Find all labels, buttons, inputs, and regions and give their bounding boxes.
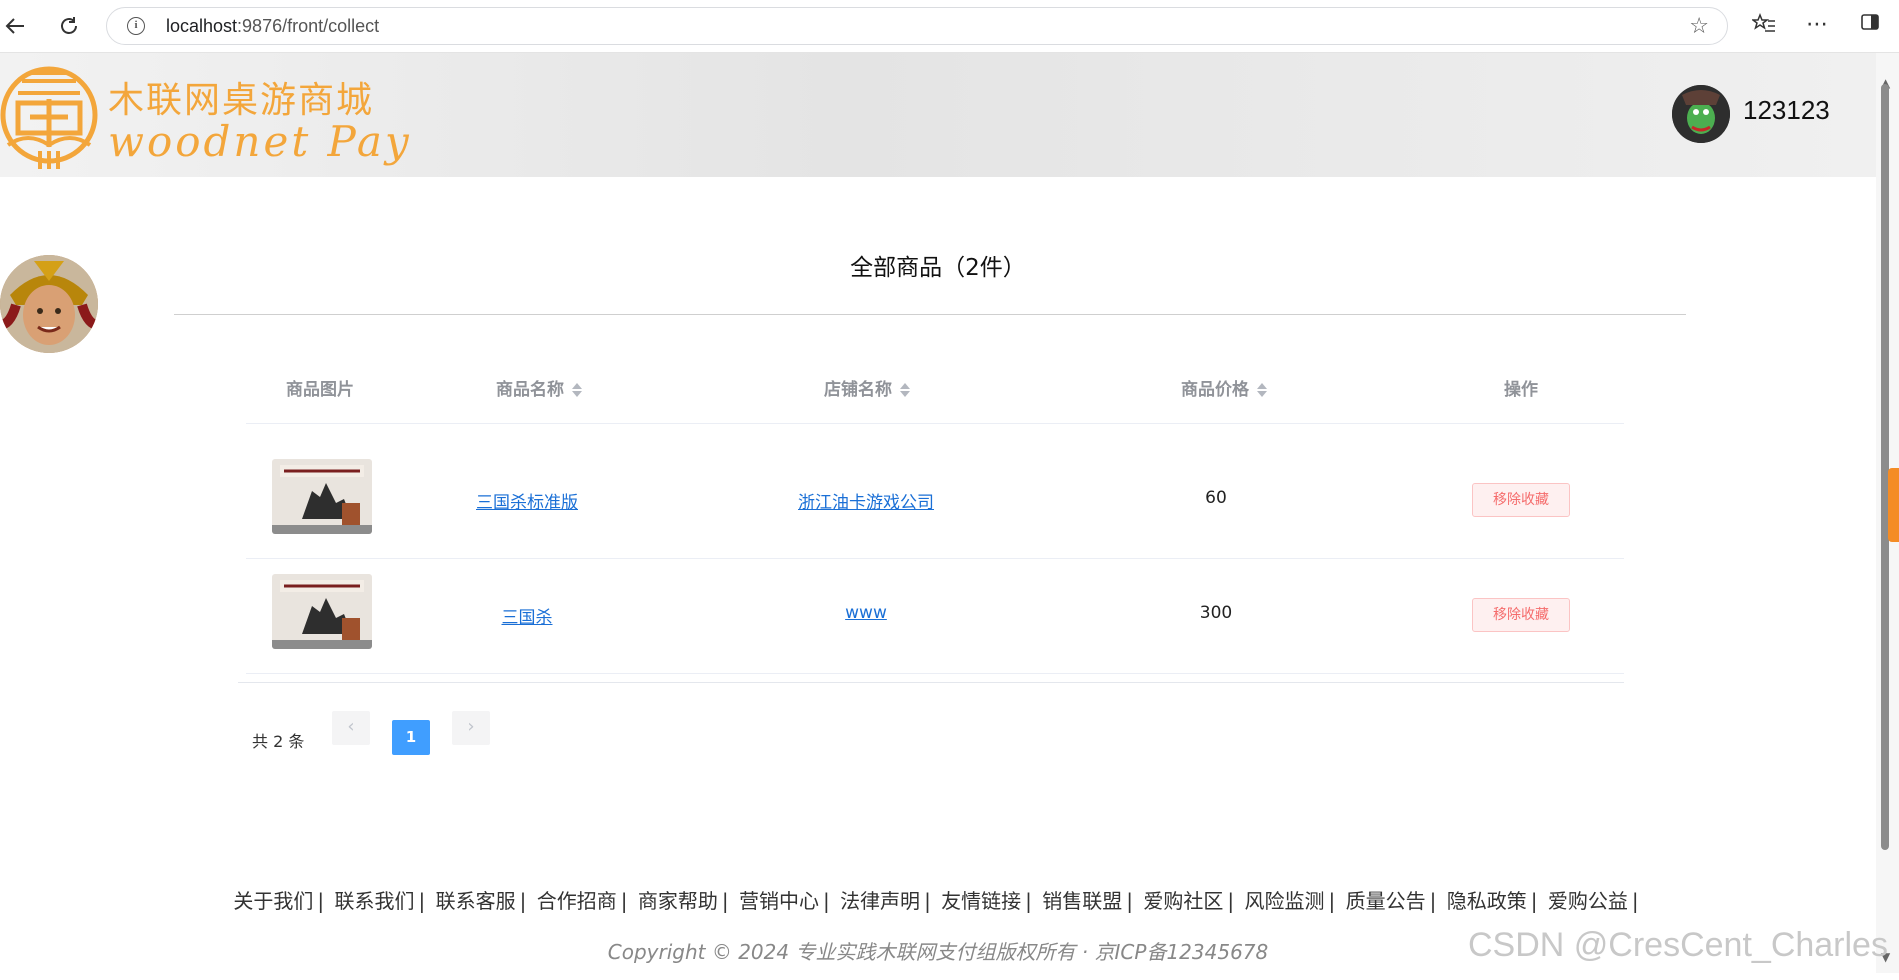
footer-link[interactable]: 联系我们	[335, 889, 415, 913]
footer-link[interactable]: 风险监测	[1245, 889, 1325, 913]
table-bottom-divider	[238, 682, 1624, 683]
footer-link[interactable]: 商家帮助	[638, 889, 718, 913]
column-header-name-label: 商品名称	[496, 380, 564, 400]
column-header-action-label: 操作	[1504, 380, 1538, 400]
footer-link[interactable]: 爱购社区	[1143, 889, 1223, 913]
pagination-prev-button[interactable]: ‹	[332, 711, 370, 745]
column-header-name[interactable]: 商品名称	[496, 375, 582, 400]
scrollbar-thumb[interactable]	[1881, 84, 1889, 850]
favorites-list-icon[interactable]	[1750, 12, 1776, 42]
footer-link[interactable]: 隐私政策	[1447, 889, 1527, 913]
url-path: :9876/front/collect	[237, 16, 380, 36]
back-arrow-icon[interactable]	[0, 11, 30, 41]
footer-link[interactable]: 销售联盟	[1042, 889, 1122, 913]
username[interactable]: 123123	[1743, 95, 1830, 126]
column-header-shop[interactable]: 店铺名称	[824, 375, 910, 400]
column-header-action: 操作	[1504, 375, 1538, 400]
footer-link[interactable]: 友情链接	[941, 889, 1021, 913]
product-name-link[interactable]: 三国杀标准版	[476, 493, 578, 513]
footer-links: 关于我们 | 联系我们 | 联系客服 | 合作招商 | 商家帮助 | 营销中心 | 法律声明…	[233, 889, 1639, 913]
column-header-price[interactable]: 商品价格	[1181, 375, 1267, 400]
footer-link[interactable]: 合作招商	[537, 889, 617, 913]
footer-link[interactable]: 关于我们	[233, 889, 313, 913]
remove-favorite-button[interactable]: 移除收藏	[1472, 598, 1570, 632]
remove-favorite-button[interactable]: 移除收藏	[1472, 483, 1570, 517]
site-header: 木联网桌游商城 woodnet Pay 123123	[0, 53, 1876, 177]
address-bar[interactable]: i localhost:9876/front/collect ☆	[106, 7, 1728, 45]
url-text[interactable]: localhost:9876/front/collect	[166, 16, 379, 37]
pagination-next-button[interactable]: ›	[452, 711, 490, 745]
row-divider	[246, 673, 1624, 674]
footer-link[interactable]: 营销中心	[739, 889, 819, 913]
shop-name-link[interactable]: 浙江油卡游戏公司	[798, 493, 934, 513]
url-host: localhost	[166, 16, 238, 36]
row-divider	[246, 558, 1624, 559]
footer-link[interactable]: 质量公告	[1346, 889, 1426, 913]
column-header-image: 商品图片	[286, 375, 354, 400]
shop-name-link[interactable]: www	[845, 603, 887, 623]
product-thumbnail[interactable]	[272, 574, 372, 649]
sort-caret-icon[interactable]	[900, 382, 910, 398]
user-avatar[interactable]	[1672, 85, 1730, 143]
page-title: 全部商品（2件）	[850, 255, 1026, 281]
column-header-image-label: 商品图片	[286, 380, 354, 400]
logo-seal[interactable]	[0, 59, 98, 171]
header-divider	[246, 423, 1624, 424]
column-header-shop-label: 店铺名称	[824, 380, 892, 400]
product-name-link[interactable]: 三国杀	[502, 608, 553, 628]
watermark: CSDN @CresCent_Charles	[1468, 926, 1888, 964]
site-info-icon[interactable]: i	[127, 17, 145, 35]
sort-caret-icon[interactable]	[1257, 382, 1267, 398]
product-thumbnail[interactable]	[272, 459, 372, 534]
footer-link[interactable]: 联系客服	[436, 889, 516, 913]
scroll-marker	[1888, 468, 1899, 542]
sidebar-toggle-icon[interactable]	[1860, 12, 1880, 38]
favorite-star-icon[interactable]: ☆	[1689, 14, 1709, 39]
sort-caret-icon[interactable]	[572, 382, 582, 398]
product-price: 60	[1205, 488, 1227, 508]
pagination-total: 共 2 条	[252, 732, 305, 751]
footer-link[interactable]: 爱购公益	[1548, 889, 1628, 913]
product-price: 300	[1199, 603, 1233, 623]
column-header-price-label: 商品价格	[1181, 380, 1249, 400]
brand-name-cn: 木联网桌游商城	[108, 80, 375, 121]
brand-name-en: woodnet Pay	[108, 117, 412, 166]
footer-link[interactable]: 法律声明	[840, 889, 920, 913]
more-menu-icon[interactable]: ⋯	[1806, 12, 1828, 37]
title-divider	[174, 314, 1686, 315]
pagination-page-current[interactable]: 1	[392, 720, 430, 755]
reload-icon[interactable]	[54, 11, 84, 41]
browser-toolbar: i localhost:9876/front/collect ☆ ⋯	[0, 0, 1899, 53]
